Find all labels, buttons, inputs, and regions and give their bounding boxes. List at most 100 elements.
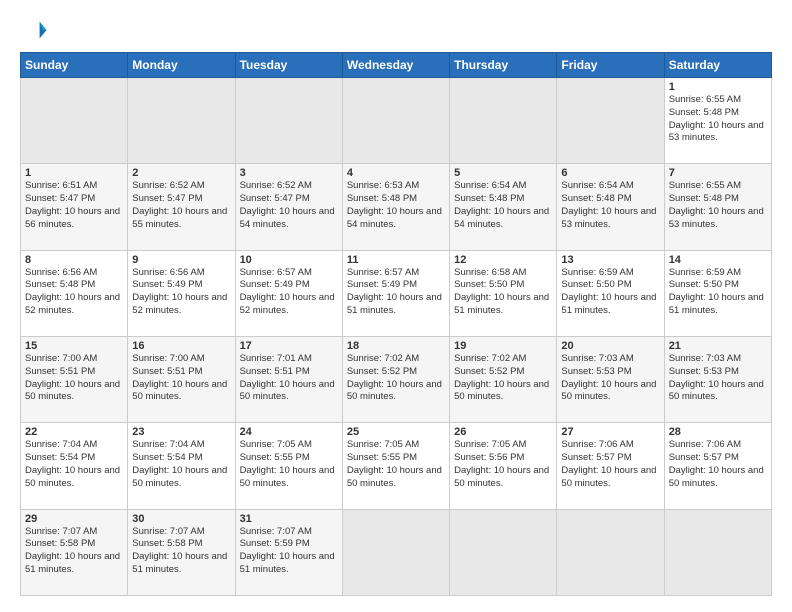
calendar-cell: 7 Sunrise: 6:55 AM Sunset: 5:48 PM Dayli… xyxy=(664,164,771,250)
sunrise-label: Sunrise: 6:57 AM xyxy=(240,267,312,278)
day-number: 4 xyxy=(347,167,445,179)
calendar-cell xyxy=(128,78,235,164)
sunrise-label: Sunrise: 7:06 AM xyxy=(561,439,633,450)
sunrise-label: Sunrise: 7:03 AM xyxy=(669,353,741,364)
day-number: 7 xyxy=(669,167,767,179)
sunset-label: Sunset: 5:57 PM xyxy=(561,452,631,463)
sunset-label: Sunset: 5:54 PM xyxy=(132,452,202,463)
day-number: 23 xyxy=(132,426,230,438)
calendar-cell: 28 Sunrise: 7:06 AM Sunset: 5:57 PM Dayl… xyxy=(664,423,771,509)
daylight-label: Daylight: 10 hours and 51 minutes. xyxy=(454,292,549,316)
sunset-label: Sunset: 5:51 PM xyxy=(132,366,202,377)
sunrise-label: Sunrise: 6:57 AM xyxy=(347,267,419,278)
calendar-cell: 27 Sunrise: 7:06 AM Sunset: 5:57 PM Dayl… xyxy=(557,423,664,509)
sunrise-label: Sunrise: 7:02 AM xyxy=(347,353,419,364)
daylight-label: Daylight: 10 hours and 54 minutes. xyxy=(240,206,335,230)
sunset-label: Sunset: 5:51 PM xyxy=(25,366,95,377)
calendar-cell: 1 Sunrise: 6:51 AM Sunset: 5:47 PM Dayli… xyxy=(21,164,128,250)
calendar-header-friday: Friday xyxy=(557,53,664,78)
day-number: 26 xyxy=(454,426,552,438)
calendar-cell xyxy=(342,509,449,595)
sunrise-label: Sunrise: 7:07 AM xyxy=(132,526,204,537)
day-number: 20 xyxy=(561,340,659,352)
sunset-label: Sunset: 5:50 PM xyxy=(669,279,739,290)
day-number: 1 xyxy=(669,81,767,93)
day-info: Sunrise: 6:56 AM Sunset: 5:48 PM Dayligh… xyxy=(25,267,123,318)
day-number: 19 xyxy=(454,340,552,352)
calendar-body: 1 Sunrise: 6:55 AM Sunset: 5:48 PM Dayli… xyxy=(21,78,772,596)
calendar-cell xyxy=(450,509,557,595)
day-info: Sunrise: 7:05 AM Sunset: 5:55 PM Dayligh… xyxy=(240,439,338,490)
day-number: 21 xyxy=(669,340,767,352)
sunset-label: Sunset: 5:56 PM xyxy=(454,452,524,463)
calendar-cell: 13 Sunrise: 6:59 AM Sunset: 5:50 PM Dayl… xyxy=(557,250,664,336)
sunset-label: Sunset: 5:48 PM xyxy=(347,193,417,204)
sunrise-label: Sunrise: 7:02 AM xyxy=(454,353,526,364)
calendar-header-saturday: Saturday xyxy=(664,53,771,78)
calendar-cell xyxy=(664,509,771,595)
calendar-week-3: 15 Sunrise: 7:00 AM Sunset: 5:51 PM Dayl… xyxy=(21,336,772,422)
calendar-cell: 4 Sunrise: 6:53 AM Sunset: 5:48 PM Dayli… xyxy=(342,164,449,250)
day-info: Sunrise: 7:04 AM Sunset: 5:54 PM Dayligh… xyxy=(25,439,123,490)
sunrise-label: Sunrise: 7:05 AM xyxy=(454,439,526,450)
calendar-cell: 14 Sunrise: 6:59 AM Sunset: 5:50 PM Dayl… xyxy=(664,250,771,336)
day-number: 30 xyxy=(132,513,230,525)
daylight-label: Daylight: 10 hours and 50 minutes. xyxy=(132,379,227,403)
daylight-label: Daylight: 10 hours and 50 minutes. xyxy=(454,379,549,403)
day-number: 8 xyxy=(25,254,123,266)
day-info: Sunrise: 7:00 AM Sunset: 5:51 PM Dayligh… xyxy=(25,353,123,404)
calendar-header-sunday: Sunday xyxy=(21,53,128,78)
daylight-label: Daylight: 10 hours and 53 minutes. xyxy=(669,120,764,144)
day-info: Sunrise: 6:52 AM Sunset: 5:47 PM Dayligh… xyxy=(132,180,230,231)
daylight-label: Daylight: 10 hours and 51 minutes. xyxy=(561,292,656,316)
sunset-label: Sunset: 5:49 PM xyxy=(132,279,202,290)
sunset-label: Sunset: 5:55 PM xyxy=(347,452,417,463)
day-number: 24 xyxy=(240,426,338,438)
day-info: Sunrise: 7:06 AM Sunset: 5:57 PM Dayligh… xyxy=(669,439,767,490)
sunset-label: Sunset: 5:49 PM xyxy=(347,279,417,290)
calendar-cell: 21 Sunrise: 7:03 AM Sunset: 5:53 PM Dayl… xyxy=(664,336,771,422)
day-number: 18 xyxy=(347,340,445,352)
calendar-cell xyxy=(450,78,557,164)
sunrise-label: Sunrise: 7:04 AM xyxy=(132,439,204,450)
calendar-week-2: 8 Sunrise: 6:56 AM Sunset: 5:48 PM Dayli… xyxy=(21,250,772,336)
daylight-label: Daylight: 10 hours and 50 minutes. xyxy=(25,465,120,489)
day-number: 16 xyxy=(132,340,230,352)
day-info: Sunrise: 6:59 AM Sunset: 5:50 PM Dayligh… xyxy=(561,267,659,318)
sunset-label: Sunset: 5:47 PM xyxy=(132,193,202,204)
calendar-cell: 12 Sunrise: 6:58 AM Sunset: 5:50 PM Dayl… xyxy=(450,250,557,336)
calendar-cell: 10 Sunrise: 6:57 AM Sunset: 5:49 PM Dayl… xyxy=(235,250,342,336)
sunset-label: Sunset: 5:51 PM xyxy=(240,366,310,377)
sunrise-label: Sunrise: 7:00 AM xyxy=(25,353,97,364)
calendar-cell: 26 Sunrise: 7:05 AM Sunset: 5:56 PM Dayl… xyxy=(450,423,557,509)
calendar-header-tuesday: Tuesday xyxy=(235,53,342,78)
day-info: Sunrise: 6:59 AM Sunset: 5:50 PM Dayligh… xyxy=(669,267,767,318)
sunset-label: Sunset: 5:53 PM xyxy=(561,366,631,377)
calendar-cell xyxy=(235,78,342,164)
sunset-label: Sunset: 5:48 PM xyxy=(561,193,631,204)
day-info: Sunrise: 7:03 AM Sunset: 5:53 PM Dayligh… xyxy=(561,353,659,404)
day-info: Sunrise: 6:54 AM Sunset: 5:48 PM Dayligh… xyxy=(561,180,659,231)
daylight-label: Daylight: 10 hours and 53 minutes. xyxy=(669,206,764,230)
sunset-label: Sunset: 5:52 PM xyxy=(454,366,524,377)
calendar-cell: 15 Sunrise: 7:00 AM Sunset: 5:51 PM Dayl… xyxy=(21,336,128,422)
sunrise-label: Sunrise: 6:58 AM xyxy=(454,267,526,278)
day-number: 27 xyxy=(561,426,659,438)
day-number: 9 xyxy=(132,254,230,266)
calendar-cell: 5 Sunrise: 6:54 AM Sunset: 5:48 PM Dayli… xyxy=(450,164,557,250)
sunset-label: Sunset: 5:48 PM xyxy=(454,193,524,204)
sunset-label: Sunset: 5:47 PM xyxy=(25,193,95,204)
daylight-label: Daylight: 10 hours and 56 minutes. xyxy=(25,206,120,230)
daylight-label: Daylight: 10 hours and 52 minutes. xyxy=(132,292,227,316)
day-number: 17 xyxy=(240,340,338,352)
day-info: Sunrise: 7:07 AM Sunset: 5:58 PM Dayligh… xyxy=(25,526,123,577)
day-info: Sunrise: 6:54 AM Sunset: 5:48 PM Dayligh… xyxy=(454,180,552,231)
daylight-label: Daylight: 10 hours and 50 minutes. xyxy=(561,379,656,403)
day-number: 12 xyxy=(454,254,552,266)
day-info: Sunrise: 7:07 AM Sunset: 5:58 PM Dayligh… xyxy=(132,526,230,577)
daylight-label: Daylight: 10 hours and 51 minutes. xyxy=(669,292,764,316)
daylight-label: Daylight: 10 hours and 50 minutes. xyxy=(561,465,656,489)
sunset-label: Sunset: 5:48 PM xyxy=(25,279,95,290)
daylight-label: Daylight: 10 hours and 50 minutes. xyxy=(347,465,442,489)
calendar-cell xyxy=(21,78,128,164)
